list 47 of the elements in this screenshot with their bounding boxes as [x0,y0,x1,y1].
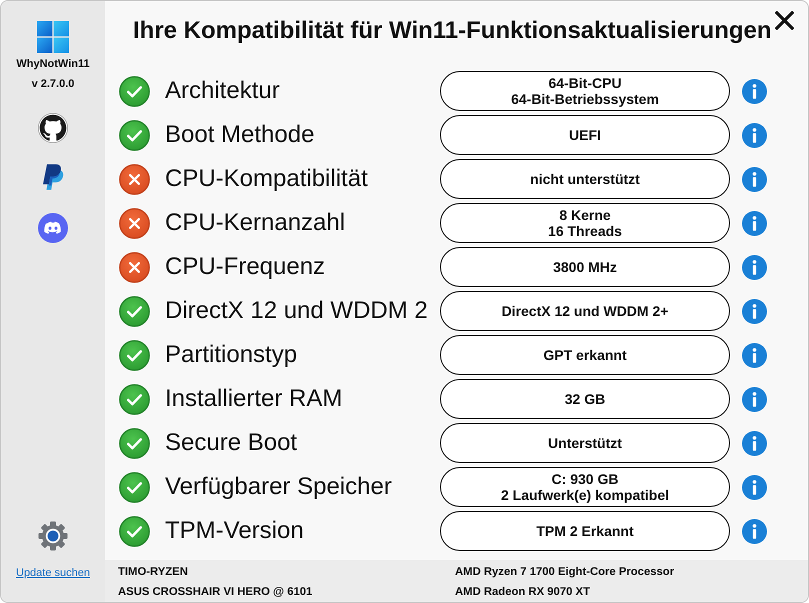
info-icon[interactable] [742,122,767,148]
check-result: GPT erkannt [440,335,730,375]
check-result: nicht unterstützt [440,159,730,199]
github-icon[interactable] [38,113,68,143]
check-label: DirectX 12 und WDDM 2 [165,297,428,325]
info-icon[interactable] [742,518,767,544]
check-label: Verfügbarer Speicher [165,473,392,501]
info-icon[interactable] [742,342,767,368]
check-label: CPU-Kompatibilität [165,165,368,193]
system-info-text: ASUS CROSSHAIR VI HERO @ 6101 [118,585,314,600]
check-label: CPU-Kernanzahl [165,209,346,237]
info-icon[interactable] [742,210,767,236]
app-name: WhyNotWin11 [16,57,90,71]
info-icon[interactable] [742,254,767,280]
info-icon[interactable] [742,78,767,104]
check-result: 64-Bit-CPU 64-Bit-Betriebssystem [440,71,730,111]
info-icon[interactable] [742,386,767,412]
info-icon[interactable] [742,474,767,500]
check-result: DirectX 12 und WDDM 2+ [440,291,730,331]
check-result: UEFI [440,115,730,155]
check-label: TPM-Version [165,517,304,545]
discord-icon[interactable] [38,213,68,243]
settings-icon[interactable] [37,520,69,552]
info-icon[interactable] [742,298,767,324]
window-title: Ihre Kompatibilität für Win11-Funktionsaktualisierungen [133,17,772,45]
check-label: Partitionstyp [165,341,298,369]
paypal-icon[interactable] [40,163,66,193]
check-result: Unterstützt [440,423,730,463]
windows-logo-icon [37,21,69,53]
system-info-text: AMD Radeon RX 9070 XT [455,585,591,600]
check-label: Boot Methode [165,121,314,149]
system-info-text: AMD Ryzen 7 1700 Eight-Core Processor [455,565,674,580]
check-label: Installierter RAM [165,385,342,413]
check-result: 32 GB [440,379,730,419]
check-label: Architektur [165,77,280,105]
info-icon[interactable] [742,166,767,192]
update-link[interactable]: Update suchen [16,566,90,580]
check-label: CPU-Frequenz [165,253,326,281]
check-result: 8 Kerne 16 Threads [440,203,730,243]
system-info-text: TIMO-RYZEN [118,565,189,580]
check-result: C: 930 GB 2 Laufwerk(e) kompatibel [440,467,730,507]
check-result: TPM 2 Erkannt [440,511,730,551]
info-icon[interactable] [742,430,767,456]
check-result: 3800 MHz [440,247,730,287]
close-icon[interactable] [774,11,794,30]
version-text: v 2.7.0.0 [32,77,74,91]
check-label: Secure Boot [165,429,298,457]
